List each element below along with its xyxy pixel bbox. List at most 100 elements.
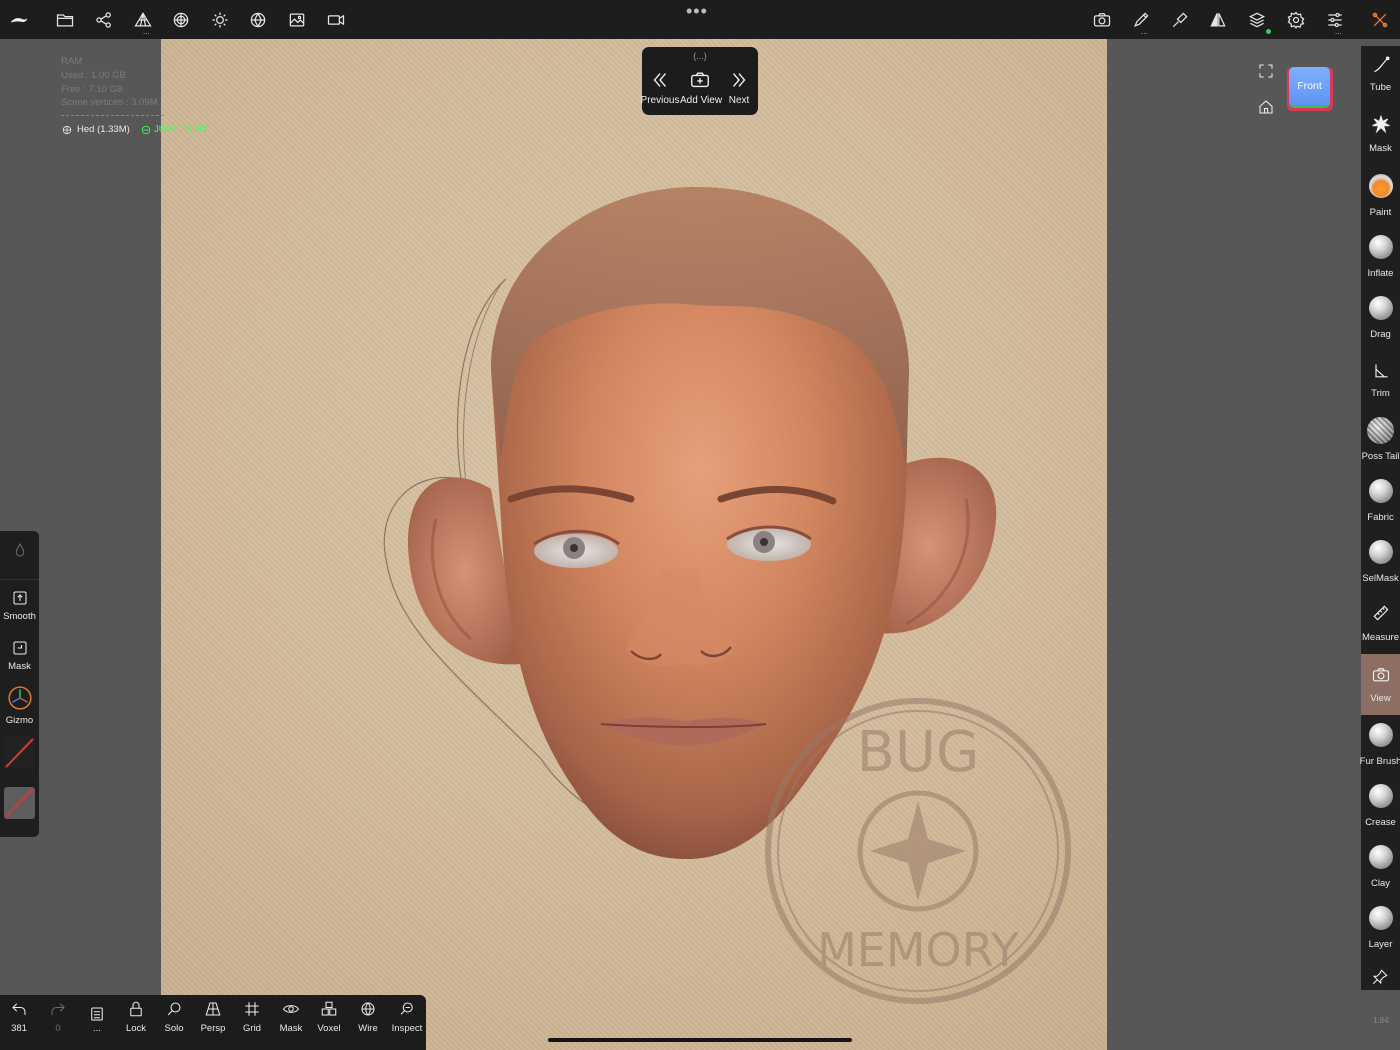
tools-icon[interactable]: [1366, 6, 1394, 34]
gizmo-button[interactable]: Gizmo: [0, 685, 39, 726]
viewport-canvas[interactable]: BUG MEMORY: [161, 39, 1107, 1050]
mesh-icon: [62, 125, 72, 135]
scene-vertices: Scene vertices : 3.09M: [61, 97, 158, 109]
bug-memory-stamp-watermark: BUG MEMORY: [765, 698, 1071, 1004]
undo-icon: [12, 1003, 26, 1015]
background-image-icon[interactable]: [283, 6, 311, 34]
tool-measure[interactable]: Measure: [1361, 593, 1400, 654]
grid-icon: [245, 1002, 259, 1016]
tool-paint[interactable]: Paint: [1361, 168, 1400, 229]
tool-label: View: [1370, 693, 1391, 704]
mask-toggle-icon: [12, 641, 27, 655]
view-cube[interactable]: Front: [1287, 67, 1333, 111]
solo-button[interactable]: Solo: [155, 1000, 193, 1034]
grid-button[interactable]: Grid: [233, 1000, 271, 1034]
tool-label: Tube: [1369, 82, 1392, 93]
tool-layer[interactable]: Layer: [1361, 900, 1400, 961]
wire-button[interactable]: Wire: [349, 1000, 387, 1034]
home-view-icon[interactable]: [1257, 98, 1275, 116]
smooth-icon: [12, 591, 27, 605]
previous-label: Previous: [640, 95, 680, 106]
next-view-button[interactable]: Next: [719, 67, 759, 111]
tool-label: SelMask: [1362, 573, 1399, 584]
magnifier-icon: [167, 1002, 181, 1016]
tool-fabric[interactable]: Fabric: [1361, 473, 1400, 534]
divider: [0, 579, 39, 580]
history-stack-icon: [91, 1007, 103, 1021]
double-chevron-right-icon: [732, 73, 746, 87]
wire-label: Wire: [358, 1023, 378, 1034]
tool-fur-brush[interactable]: Fur Brush: [1360, 717, 1400, 778]
pressure-drop-button[interactable]: [0, 541, 39, 559]
video-camera-icon[interactable]: [322, 6, 350, 34]
grid-label: Grid: [243, 1023, 261, 1034]
inspect-icon: [400, 1002, 413, 1015]
poss-tail-sphere-icon: [1367, 417, 1394, 444]
redo-icon: [51, 1003, 65, 1015]
symmetry-icon[interactable]: [1204, 6, 1232, 34]
pin-icon[interactable]: [1371, 968, 1391, 988]
painting-icon[interactable]: [1166, 6, 1194, 34]
undo-button[interactable]: 381: [0, 1000, 38, 1034]
more-menu-button[interactable]: •••: [686, 1, 708, 22]
tool-selmask[interactable]: SelMask: [1361, 534, 1400, 595]
selected-mesh-row[interactable]: Hed (1.33M) JUST PAINT: [61, 123, 261, 137]
gizmo-icon: [7, 686, 32, 710]
add-view-button[interactable]: Add View: [680, 67, 722, 111]
light-icon[interactable]: [206, 6, 234, 34]
voxel-button[interactable]: Voxel: [310, 1000, 348, 1034]
scene-graph-icon[interactable]: [90, 6, 118, 34]
crease-sphere-icon: [1369, 784, 1393, 808]
tool-crease[interactable]: Crease: [1361, 778, 1400, 839]
just-paint-layer: JUST PAINT: [154, 124, 208, 135]
tool-label: Clay: [1370, 878, 1390, 889]
previous-view-button[interactable]: Previous: [640, 67, 680, 111]
secondary-color-swatch[interactable]: [4, 787, 35, 819]
tool-label: Layer: [1368, 939, 1393, 950]
history-more: ...: [93, 1023, 101, 1034]
tool-trim[interactable]: Trim: [1361, 351, 1400, 412]
tool-label: Fur Brush: [1359, 756, 1400, 767]
home-indicator[interactable]: [548, 1038, 852, 1042]
tool-inflate[interactable]: Inflate: [1361, 229, 1400, 290]
camera-icon: [1371, 665, 1391, 685]
views-popup: (...) Previous Add View Next: [640, 47, 759, 115]
redo-button[interactable]: 0: [39, 1000, 77, 1034]
ram-info-hud: RAM Used : 1.00 GB Free : 7.10 GB Scene …: [61, 55, 208, 135]
tool-label: Measure: [1362, 632, 1399, 643]
pen-more-dots: ...: [1141, 27, 1148, 36]
persp-button[interactable]: Persp: [194, 1000, 232, 1034]
fullscreen-icon[interactable]: [1257, 62, 1275, 80]
primary-color-swatch[interactable]: [4, 737, 35, 769]
tool-view[interactable]: View: [1361, 654, 1400, 715]
bottom-toolbar: 381 0 ... Lock Solo Persp Grid Mask Voxe…: [0, 995, 426, 1050]
tool-label: Crease: [1365, 817, 1396, 828]
mask-button[interactable]: Mask: [0, 639, 39, 672]
solo-label: Solo: [164, 1023, 184, 1034]
nomad-logo-icon[interactable]: [5, 6, 33, 34]
mask-visibility-button[interactable]: Mask: [272, 1000, 310, 1034]
tool-drag[interactable]: Drag: [1361, 290, 1400, 351]
ram-free: Free : 7.10 GB: [61, 83, 124, 95]
ram-used: Used : 1.00 GB: [61, 69, 126, 81]
tool-label: Fabric: [1367, 512, 1394, 523]
mask-splat-icon: [1371, 114, 1391, 134]
tool-poss-tail[interactable]: Poss Tail: [1361, 412, 1400, 473]
persp-label: Persp: [200, 1023, 226, 1034]
folder-icon[interactable]: [51, 6, 79, 34]
history-button[interactable]: ...: [78, 1000, 116, 1034]
lock-button[interactable]: Lock: [117, 1000, 155, 1034]
lock-label: Lock: [125, 1023, 147, 1034]
settings-gear-icon[interactable]: [1282, 6, 1310, 34]
material-sphere-icon[interactable]: [167, 6, 195, 34]
tool-label: Paint: [1369, 207, 1392, 218]
tool-mask[interactable]: Mask: [1361, 107, 1400, 168]
screenshot-camera-icon[interactable]: [1088, 6, 1116, 34]
tool-tube[interactable]: Tube: [1361, 46, 1400, 107]
fabric-sphere-icon: [1369, 479, 1393, 503]
shading-icon[interactable]: [244, 6, 272, 34]
smooth-button[interactable]: Smooth: [0, 589, 39, 622]
inspect-button[interactable]: Inspect: [388, 1000, 426, 1034]
tool-clay[interactable]: Clay: [1361, 839, 1400, 900]
view-cube-front-face[interactable]: Front: [1289, 67, 1330, 108]
